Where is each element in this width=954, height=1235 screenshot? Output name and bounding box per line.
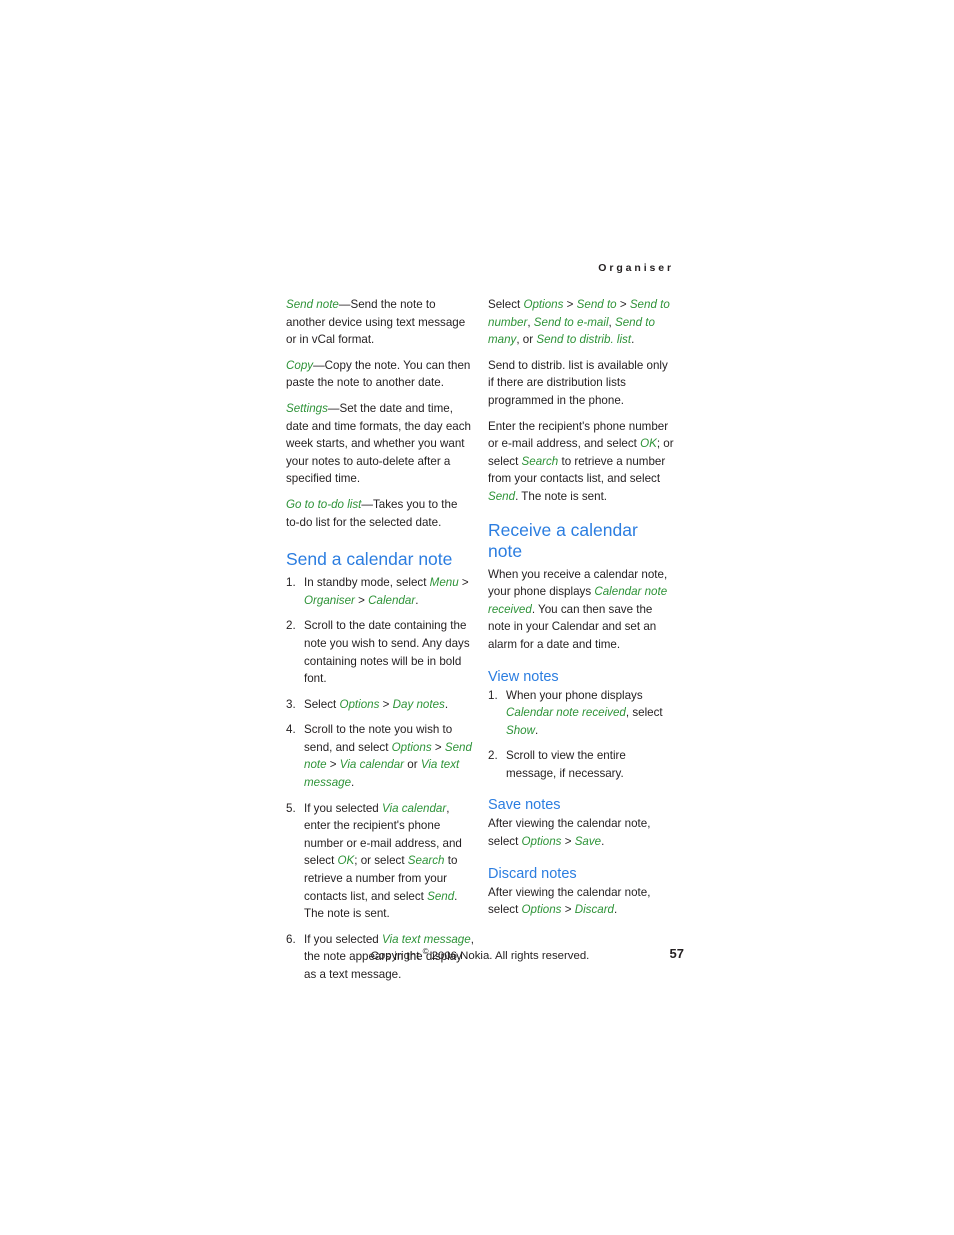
ui-term: Send to [576,298,617,311]
heading-send-a-calendar-note: Send a calendar note [286,549,453,570]
heading-receive-a-calendar-note: Receive a calendar note [488,519,638,561]
list-item: 4. Scroll to the note you wish to send, … [286,721,474,791]
ui-term: Calendar note received [488,585,668,616]
page-footer: Copyright © 2006 Nokia. All rights reser… [286,946,684,965]
ui-term: Send to distrib. list [536,333,632,347]
ui-term: Show [506,723,536,737]
step-number: 1. [286,576,296,590]
ui-term: Via calendar [339,758,405,772]
step-text: Scroll to view the entire message, if ne… [506,749,626,780]
ui-term: Via text message [381,932,471,946]
ui-term: Options [523,298,564,311]
step-number: 2. [488,749,498,763]
list-item: 3. Select Options > Day notes. [286,696,474,714]
ui-term: Calendar note received [506,706,626,720]
heading-discard-notes: Discard notes [488,865,577,882]
ui-term: Search [407,854,445,868]
ui-term: OK [640,437,657,451]
step-number: 4. [286,723,296,737]
paragraph-distrib-list-note: Send to distrib. list is available only … [488,358,668,407]
ui-term: Options [391,740,432,754]
send-calendar-note-steps: 1. In standby mode, select Menu > Organi… [286,574,474,983]
step-text: Select Options > Day notes. [304,697,449,711]
right-column: Select Options > Send to > Send to numbe… [488,296,676,927]
step-text: In standby mode, select Menu > Organiser… [304,576,469,607]
list-item: 2. Scroll to view the entire message, if… [488,747,676,782]
step-number: 1. [488,688,498,702]
ui-term: Save [574,835,602,849]
ui-term: Options [521,835,562,849]
left-column-paragraphs: Send note—Send the note to another devic… [286,296,474,531]
paragraph-send-note: Send note—Send the note to another devic… [286,298,466,347]
ui-term: Day notes [392,697,445,711]
left-column: Send note—Send the note to another devic… [286,296,474,984]
ui-term: Send [427,889,455,903]
step-text: Scroll to the date containing the note y… [304,619,470,686]
list-item: 1. When your phone displays Calendar not… [488,687,676,740]
step-number: 2. [286,619,296,633]
ui-term: Via calendar [381,801,447,815]
running-header: Organiser [598,262,674,274]
step-text: When your phone displays Calendar note r… [506,688,663,737]
page-number: 57 [669,946,684,961]
copyright-notice: Copyright © 2006 Nokia. All rights reser… [286,947,674,962]
list-item: 2. Scroll to the date containing the not… [286,617,474,687]
ui-term: Options [339,697,380,711]
heading-view-notes: View notes [488,668,559,685]
ui-term: Copy [286,358,314,372]
ui-term: Go to to-do list [286,497,362,511]
ui-term: Settings [286,401,328,415]
ui-term: OK [337,854,355,868]
step-text: Scroll to the note you wish to send, and… [304,723,472,790]
paragraph-copy: Copy—Copy the note. You can then paste t… [286,358,471,390]
ui-term: Send to e-mail [533,315,609,329]
ui-term: Send [488,489,516,503]
paragraph-go-to-to-do-list: Go to to-do list—Takes you to the to-do … [286,497,458,529]
manual-page: Organiser Send note—Send the note to ano… [0,0,954,1235]
step-number: 5. [286,801,296,815]
step-text: If you selected Via calendar, enter the … [304,801,462,921]
ui-term: Search [521,454,559,468]
ui-term: Discard [574,903,615,917]
copyright-rest: 2006 Nokia. All rights reserved. [428,949,590,962]
paragraph-settings: Settings—Set the date and time, date and… [286,401,471,486]
paragraph-receive-calendar-note: When you receive a calendar note, your p… [488,567,668,651]
view-notes-steps: 1. When your phone displays Calendar not… [488,687,676,783]
copyright-prefix: Copyright [370,949,423,962]
paragraph-save-notes: After viewing the calendar note, select … [488,817,651,849]
paragraph-select-options-send-to: Select Options > Send to > Send to numbe… [488,298,670,347]
ui-term: Menu [429,576,459,590]
ui-term: Send note [286,298,339,311]
step-number: 3. [286,697,296,711]
ui-term: Organiser [304,593,355,607]
paragraph-enter-recipient: Enter the recipient's phone number or e-… [488,419,674,503]
list-item: 1. In standby mode, select Menu > Organi… [286,574,474,609]
ui-term: Options [521,903,562,917]
heading-save-notes: Save notes [488,797,561,814]
ui-term: Calendar [368,593,416,607]
list-item: 5. If you selected Via calendar, enter t… [286,800,474,923]
paragraph-discard-notes: After viewing the calendar note, select … [488,885,651,917]
step-number: 6. [286,932,296,946]
